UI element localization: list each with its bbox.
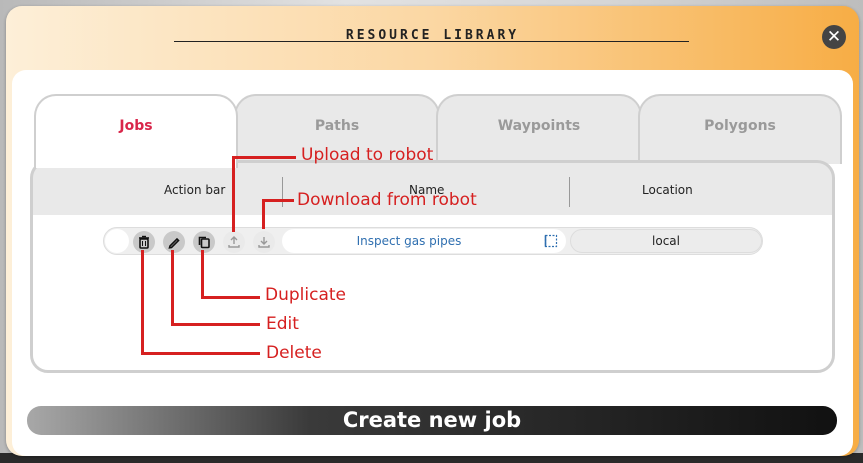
select-area-icon[interactable]	[544, 234, 558, 248]
tab-label: Polygons	[704, 118, 776, 134]
job-name: Inspect gas pipes	[356, 234, 462, 248]
tab-polygons[interactable]: Polygons	[638, 94, 842, 164]
name-field[interactable]: Inspect gas pipes	[282, 229, 566, 253]
upload-button[interactable]	[223, 231, 245, 253]
annotation-line	[262, 199, 265, 229]
header-location: Location	[642, 183, 693, 197]
delete-button[interactable]	[133, 231, 155, 253]
annotation-line	[232, 156, 235, 232]
tab-label: Jobs	[119, 118, 153, 134]
row-select-toggle[interactable]	[105, 229, 129, 253]
annotation-line	[201, 296, 260, 299]
create-new-job-button[interactable]: Create new job	[27, 406, 837, 435]
modal-title: RESOURCE LIBRARY	[345, 28, 520, 43]
annotation-line	[141, 352, 260, 355]
copy-icon	[198, 236, 210, 249]
annotation-line	[171, 323, 260, 326]
table-body: Inspect gas pipes local	[33, 215, 832, 370]
annotation-line	[201, 250, 204, 299]
annotation-upload: Upload to robot	[301, 145, 434, 165]
library-panel: Jobs Paths Waypoints Polygons Action bar…	[12, 70, 853, 456]
header-divider	[282, 177, 283, 207]
annotation-edit: Edit	[266, 314, 299, 334]
edit-button[interactable]	[163, 231, 185, 253]
annotation-line	[232, 156, 296, 159]
duplicate-button[interactable]	[193, 231, 215, 253]
download-button[interactable]	[253, 231, 275, 253]
annotation-duplicate: Duplicate	[265, 285, 346, 305]
download-icon	[258, 237, 270, 248]
tab-jobs[interactable]: Jobs	[34, 94, 238, 168]
close-icon[interactable]: ✕	[822, 25, 846, 49]
tab-waypoints[interactable]: Waypoints	[436, 94, 642, 164]
header-action-bar: Action bar	[164, 183, 226, 197]
annotation-line	[171, 250, 174, 326]
annotation-line	[262, 199, 294, 202]
upload-icon	[228, 236, 240, 248]
annotation-delete: Delete	[266, 343, 322, 363]
tab-label: Paths	[314, 118, 360, 134]
location-field[interactable]: local	[570, 229, 762, 253]
annotation-line	[141, 250, 144, 355]
header-divider	[569, 177, 570, 207]
trash-icon	[139, 235, 149, 249]
pencil-icon	[168, 237, 180, 249]
tab-label: Waypoints	[497, 118, 581, 134]
resource-library-modal: RESOURCE LIBRARY ✕ Jobs Paths Waypoints …	[6, 6, 859, 456]
annotation-download: Download from robot	[297, 190, 477, 210]
job-location: local	[652, 234, 680, 248]
